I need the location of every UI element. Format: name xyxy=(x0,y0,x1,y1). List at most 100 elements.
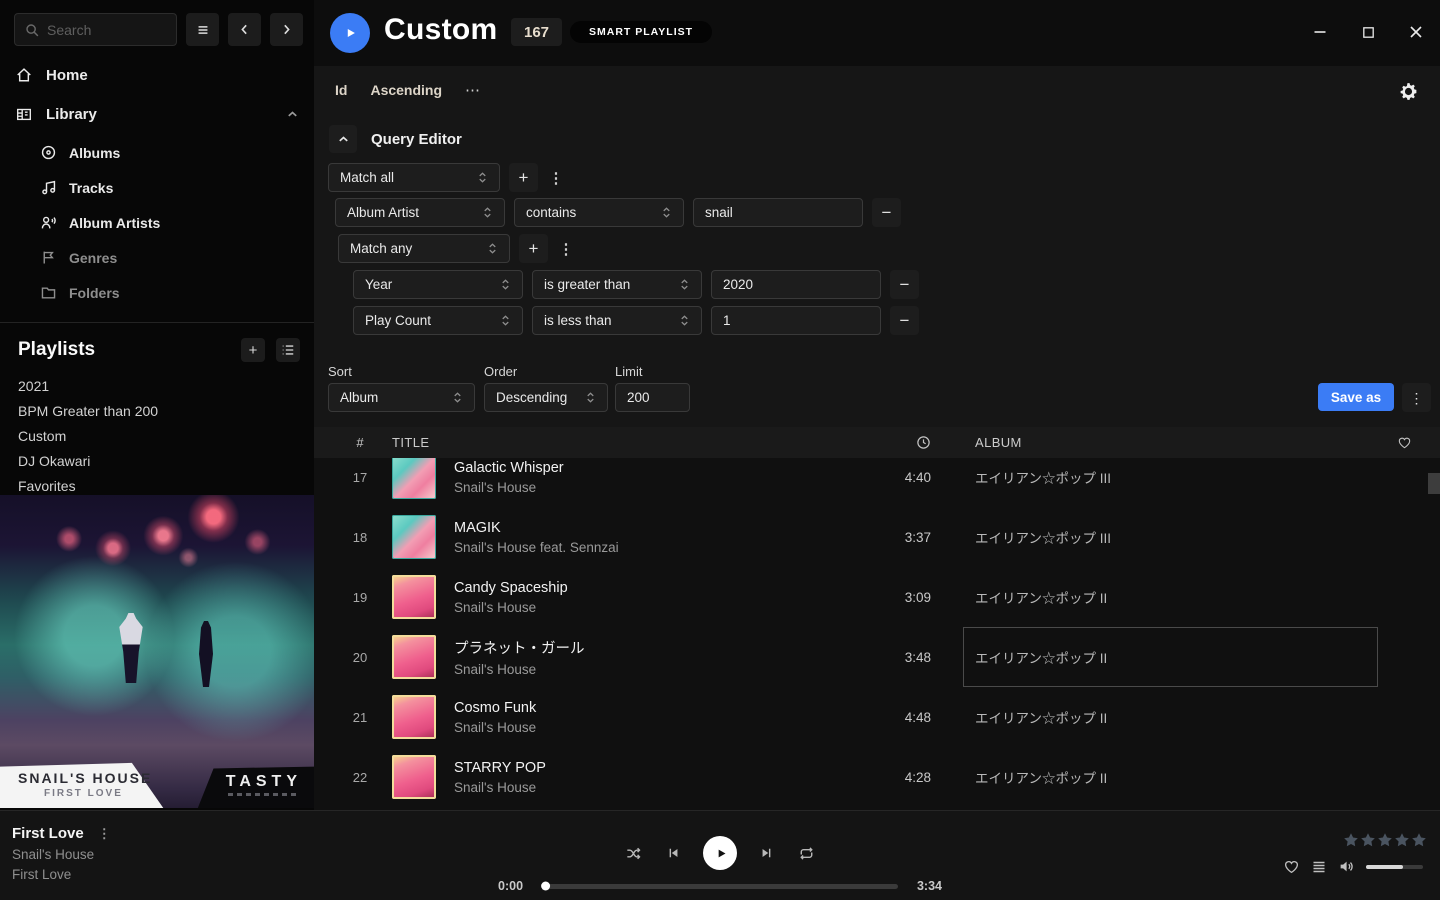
match-type-select[interactable]: Match all xyxy=(328,163,500,192)
star-icon[interactable] xyxy=(1411,832,1427,848)
sidebar-item-label: Genres xyxy=(69,250,117,266)
playlist-item[interactable]: BPM Greater than 200 xyxy=(0,398,314,423)
track-duration: 3:48 xyxy=(852,650,948,665)
select-chevrons-icon xyxy=(585,391,596,404)
seek-handle[interactable] xyxy=(541,882,550,891)
window-maximize-button[interactable] xyxy=(1356,20,1380,44)
search-input[interactable] xyxy=(47,22,167,38)
sort-label: Sort xyxy=(328,364,352,379)
play-playlist-button[interactable] xyxy=(330,13,370,53)
sidebar-item-label: Folders xyxy=(69,285,120,301)
rule-field-select[interactable]: Album Artist xyxy=(335,198,505,227)
track-row[interactable]: 17 Galactic Whisper Snail's House 4:40 エ… xyxy=(314,458,1440,507)
add-rule-button[interactable]: + xyxy=(509,163,538,192)
settings-gear-button[interactable] xyxy=(1398,80,1420,102)
star-icon[interactable] xyxy=(1360,832,1376,848)
sidebar-item-genres[interactable]: Genres xyxy=(40,247,314,268)
column-header-favorite[interactable] xyxy=(1368,435,1440,450)
playlist-item[interactable]: DJ Okawari xyxy=(0,448,314,473)
rule-value-input-wrap xyxy=(711,306,881,335)
star-icon[interactable] xyxy=(1377,832,1393,848)
shuffle-button[interactable] xyxy=(624,844,643,863)
chevron-up-icon[interactable] xyxy=(286,108,299,121)
group-options-button[interactable]: ⋮ xyxy=(547,163,565,192)
nav-back-button[interactable] xyxy=(228,13,261,46)
sidebar-item-folders[interactable]: Folders xyxy=(40,282,314,303)
column-header-title[interactable]: TITLE xyxy=(392,435,852,450)
track-album: エイリアン☆ポップ II xyxy=(948,587,1368,607)
queue-button[interactable] xyxy=(1311,859,1327,875)
nav-forward-button[interactable] xyxy=(270,13,303,46)
list-icon xyxy=(281,343,295,357)
playlist-item[interactable]: Custom xyxy=(0,423,314,448)
track-duration: 4:48 xyxy=(852,710,948,725)
add-rule-button[interactable]: + xyxy=(519,234,548,263)
rule-field-select[interactable]: Year xyxy=(353,270,523,299)
next-track-button[interactable] xyxy=(759,845,775,861)
match-type-select[interactable]: Match any xyxy=(338,234,510,263)
volume-button[interactable] xyxy=(1338,858,1355,875)
track-title: MAGIK xyxy=(454,520,619,536)
track-row[interactable]: 18 MAGIK Snail's House feat. Sennzai 3:3… xyxy=(314,507,1440,567)
rule-value-input[interactable] xyxy=(723,277,869,292)
search-box[interactable] xyxy=(14,13,177,46)
playlist-item[interactable]: 2021 xyxy=(0,373,314,398)
track-row[interactable]: 22 STARRY POP Snail's House 4:28 エイリアン☆ポ… xyxy=(314,747,1440,807)
track-album: エイリアン☆ポップ II xyxy=(948,647,1368,667)
rule-field-select[interactable]: Play Count xyxy=(353,306,523,335)
manage-playlists-button[interactable] xyxy=(276,338,300,362)
rule-operator-select[interactable]: is less than xyxy=(532,306,702,335)
list-scrollbar-thumb[interactable] xyxy=(1428,473,1440,494)
more-options-button[interactable]: ⋯ xyxy=(465,81,481,99)
add-playlist-button[interactable]: + xyxy=(241,338,265,362)
select-chevrons-icon xyxy=(477,171,488,184)
rule-operator-select[interactable]: is greater than xyxy=(532,270,702,299)
play-pause-button[interactable] xyxy=(703,836,737,870)
sidebar-item-tracks[interactable]: Tracks xyxy=(40,177,314,198)
label-logo-text: TASTY xyxy=(226,773,302,791)
sort-field-button[interactable]: Id xyxy=(335,82,347,98)
rule-value-input[interactable] xyxy=(705,205,851,220)
column-header-number[interactable]: # xyxy=(328,435,392,450)
repeat-button[interactable] xyxy=(797,844,816,863)
select-chevrons-icon xyxy=(679,278,690,291)
seek-bar[interactable] xyxy=(542,884,898,889)
window-close-button[interactable] xyxy=(1404,20,1428,44)
favorite-button[interactable] xyxy=(1283,858,1300,875)
column-header-duration[interactable] xyxy=(852,435,948,450)
column-header-album[interactable]: ALBUM xyxy=(948,435,1368,450)
now-playing-options-button[interactable]: ⋮ xyxy=(98,826,111,842)
star-icon[interactable] xyxy=(1343,832,1359,848)
remove-rule-button[interactable]: − xyxy=(872,198,901,227)
rule-value-input-wrap xyxy=(693,198,863,227)
track-duration: 4:40 xyxy=(852,470,948,485)
hamburger-icon xyxy=(195,22,211,38)
track-album: エイリアン☆ポップ II xyxy=(948,767,1368,787)
query-editor-collapse-button[interactable] xyxy=(329,125,357,153)
remove-rule-button[interactable]: − xyxy=(890,306,919,335)
track-row[interactable]: 20 プラネット・ガール Snail's House 3:48 エイリアン☆ポッ… xyxy=(314,627,1440,687)
volume-slider[interactable] xyxy=(1366,865,1423,869)
sidebar-item-home[interactable]: Home xyxy=(0,64,314,86)
home-icon xyxy=(15,66,33,84)
track-row[interactable]: 19 Candy Spaceship Snail's House 3:09 エイ… xyxy=(314,567,1440,627)
menu-button[interactable] xyxy=(186,13,219,46)
save-options-button[interactable]: ⋮ xyxy=(1402,383,1431,412)
window-minimize-button[interactable] xyxy=(1308,20,1332,44)
rule-value-input[interactable] xyxy=(723,313,869,328)
previous-track-button[interactable] xyxy=(665,845,681,861)
sidebar-item-albums[interactable]: Albums xyxy=(40,142,314,163)
limit-input[interactable] xyxy=(627,390,678,405)
sidebar-item-album-artists[interactable]: Album Artists xyxy=(40,212,314,233)
rule-operator-select[interactable]: contains xyxy=(514,198,684,227)
sort-select[interactable]: Album xyxy=(328,383,475,412)
group-options-button[interactable]: ⋮ xyxy=(557,234,575,263)
sort-direction-button[interactable]: Ascending xyxy=(370,82,442,98)
star-icon[interactable] xyxy=(1394,832,1410,848)
remove-rule-button[interactable]: − xyxy=(890,270,919,299)
save-as-button[interactable]: Save as xyxy=(1318,383,1394,411)
sidebar-item-library[interactable]: Library xyxy=(0,103,314,125)
track-row[interactable]: 21 Cosmo Funk Snail's House 4:48 エイリアン☆ポ… xyxy=(314,687,1440,747)
order-select[interactable]: Descending xyxy=(484,383,608,412)
track-artist: Snail's House xyxy=(454,480,564,495)
